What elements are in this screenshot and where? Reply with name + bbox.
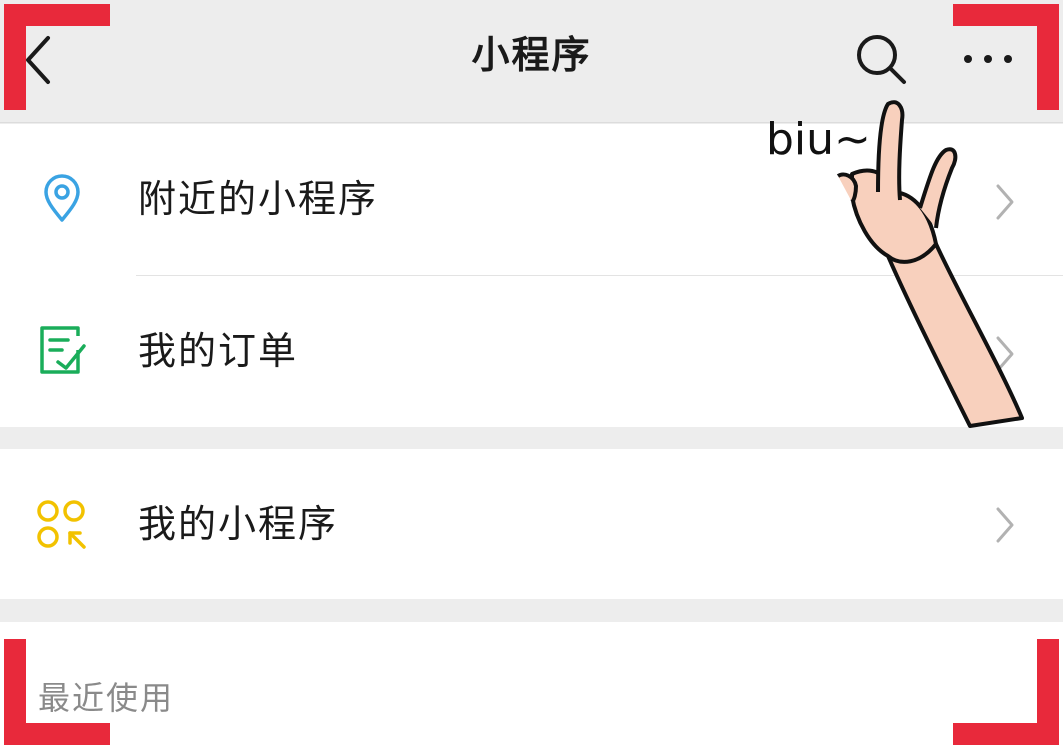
menu-item-my-orders[interactable]: 我的订单 [0,276,1063,426]
menu-item-label: 我的小程序 [138,502,339,546]
order-checklist-icon [40,326,86,374]
recent-section-title: 最近使用 [38,679,175,717]
location-pin-icon [44,174,80,222]
chevron-right-icon [996,336,1014,372]
menu-item-my-mini-programs[interactable]: 我的小程序 [0,449,1063,599]
menu-section-mine: 我的小程序 [0,449,1063,599]
menu-item-nearby-mini-programs[interactable]: 附近的小程序 [0,124,1063,274]
menu-item-label: 我的订单 [138,329,299,373]
more-button[interactable] [960,36,1016,82]
menu-section-primary: 附近的小程序 我的订单 [0,124,1063,427]
chevron-right-icon [996,184,1014,220]
more-dots-icon [964,55,1012,63]
search-button[interactable] [852,30,910,88]
search-icon [857,35,906,84]
nav-bar: 小程序 [0,0,1063,123]
chevron-right-icon [996,507,1014,543]
mini-program-grid-icon [37,500,86,549]
menu-item-label: 附近的小程序 [138,177,379,221]
